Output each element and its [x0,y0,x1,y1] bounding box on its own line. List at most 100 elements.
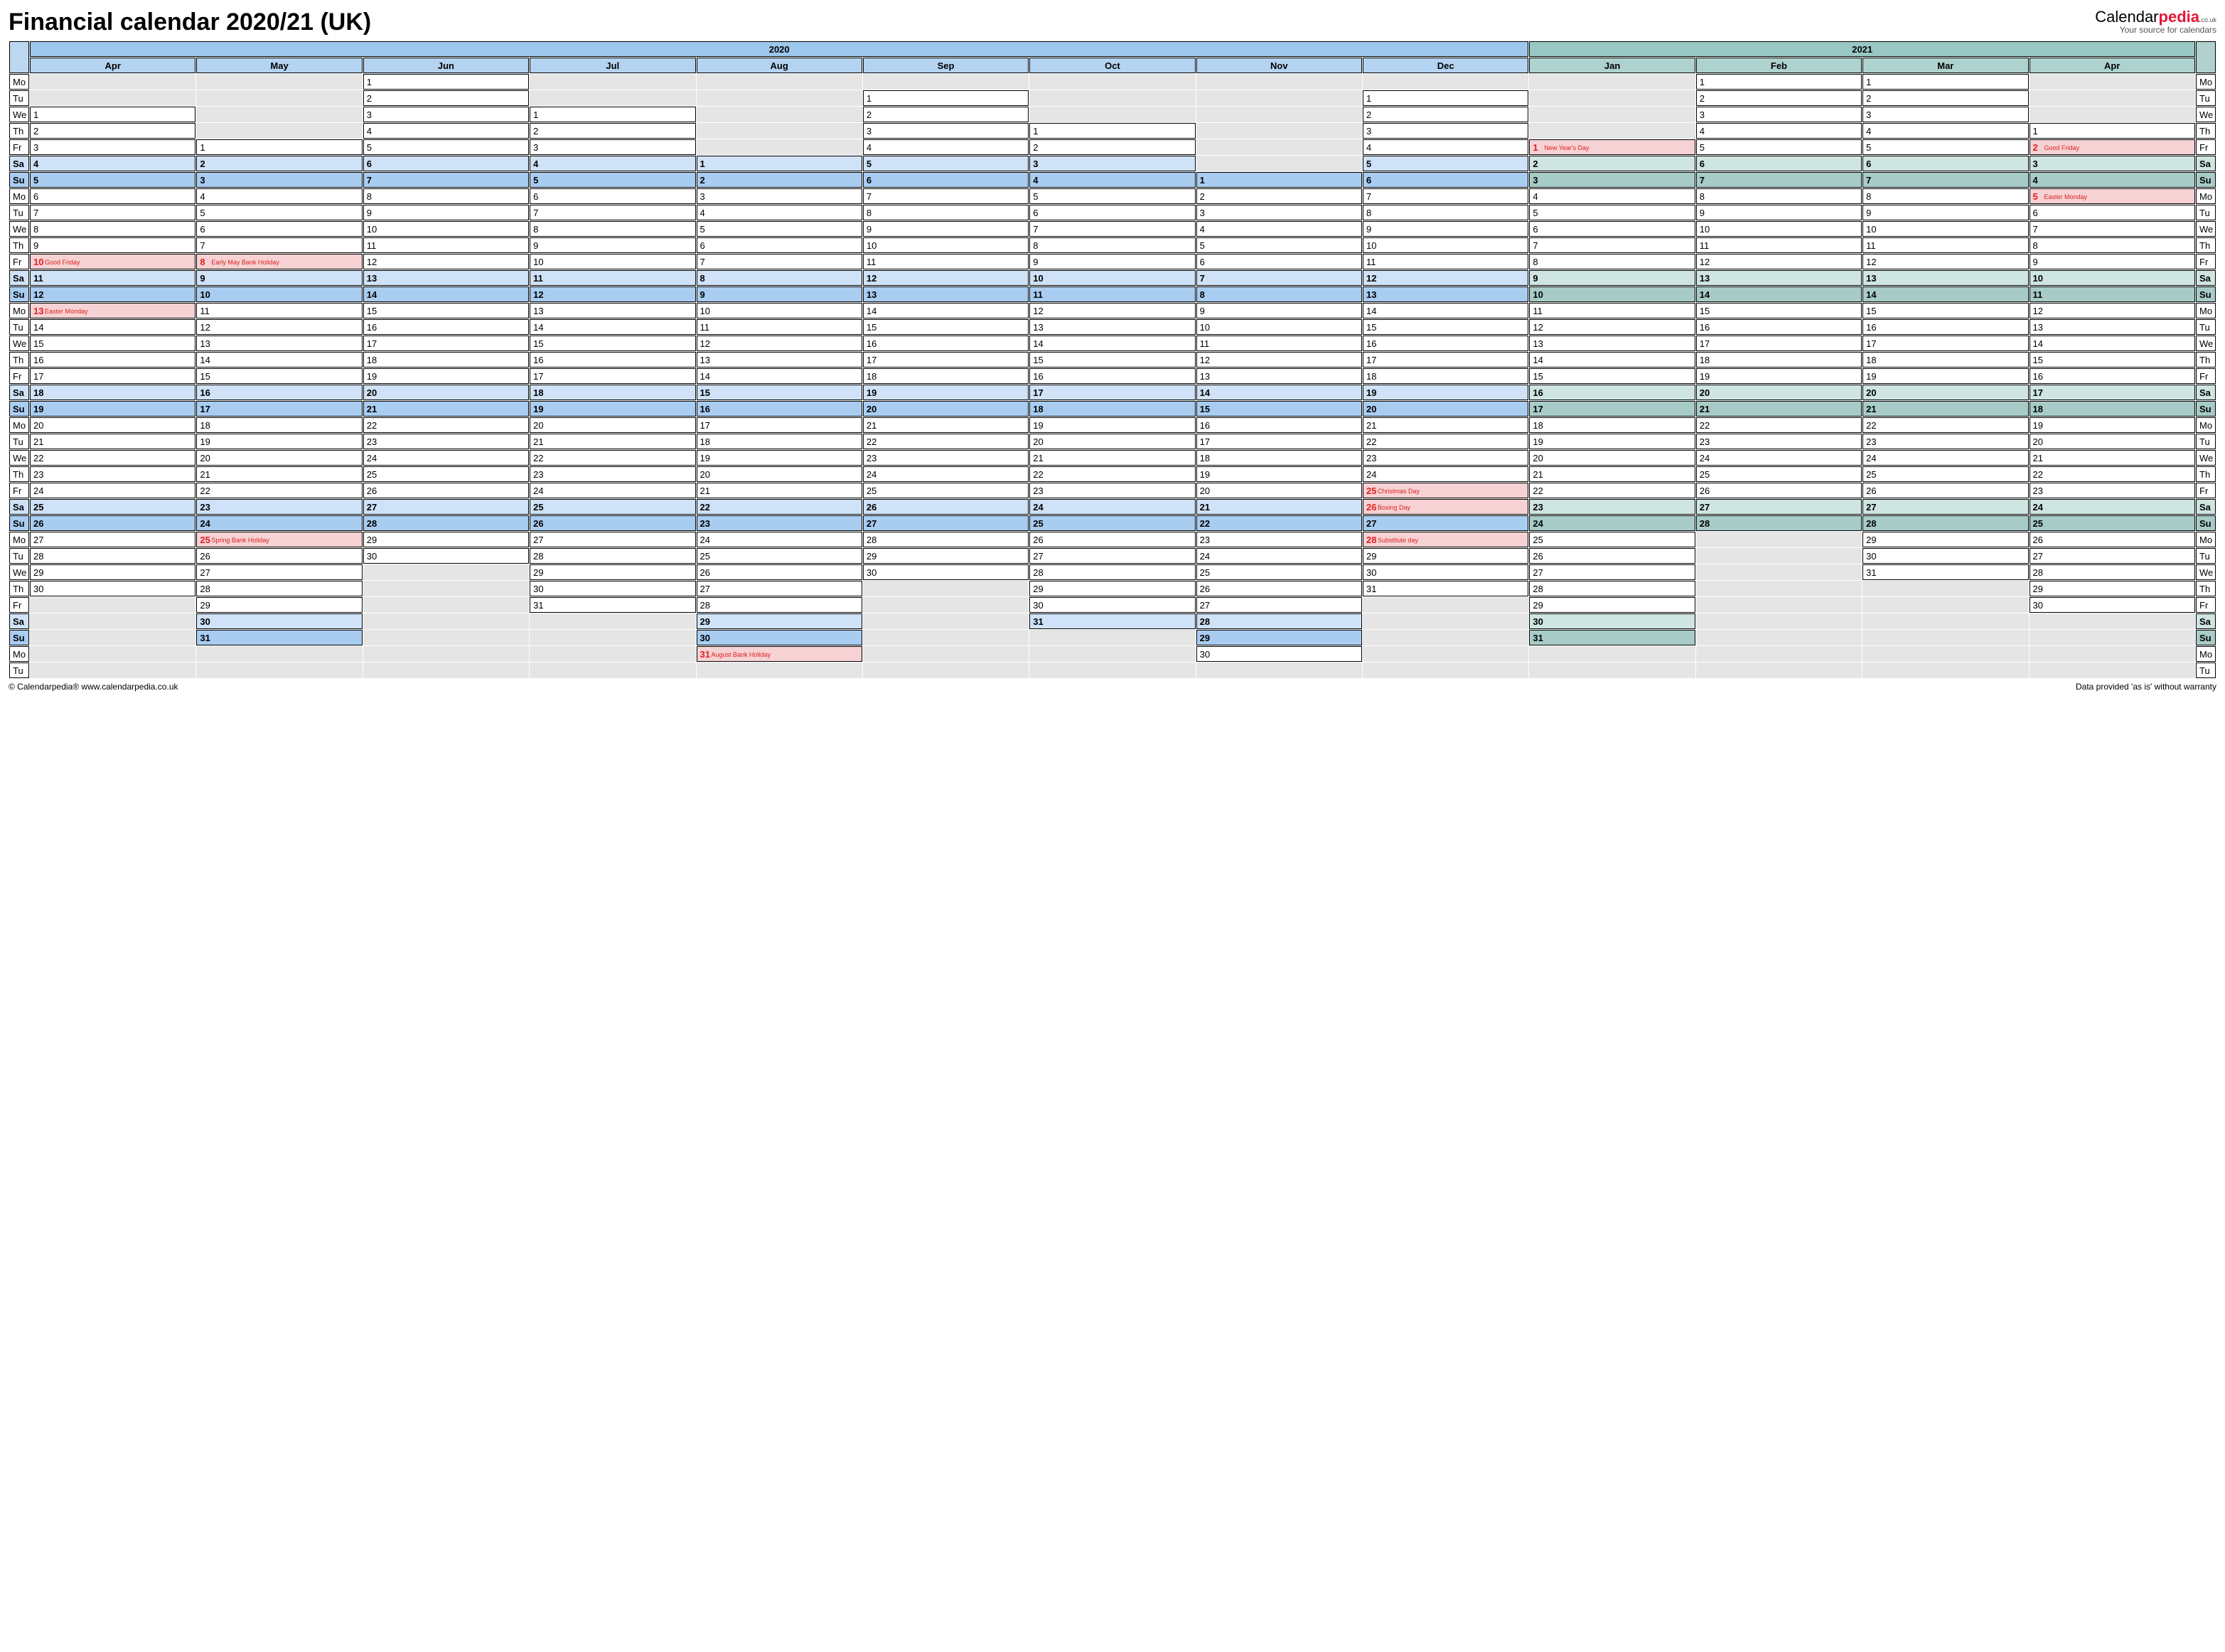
day-cell: 30 [196,613,362,629]
day-cell: 17 [1029,385,1195,400]
day-cell: 4 [1696,123,1862,139]
day-number: 15 [2033,355,2044,365]
day-number: 20 [200,453,211,463]
day-cell: 23 [1029,483,1195,498]
day-cell: 11 [2030,286,2196,302]
day-cell: 10 [196,286,362,302]
day-cell: 14 [863,303,1029,318]
blank-cell [863,581,1029,596]
day-cell: 21 [697,483,862,498]
day-number: 12 [1033,306,1044,316]
day-number: 22 [200,486,211,496]
day-cell: 26 [30,515,195,531]
day-number: 22 [1700,420,1711,431]
weekday-label-left: Su [9,172,29,188]
weekday-label-left: Tu [9,205,29,220]
day-cell: 24 [530,483,695,498]
day-number: 13 [867,289,878,300]
day-number: 10 [533,257,545,267]
day-cell: 16 [697,401,862,417]
day-number: 8 [33,224,45,235]
day-number: 27 [1866,502,1877,513]
day-number: 11 [867,257,878,267]
day-cell: 18 [1696,352,1862,368]
day-number: 16 [1533,387,1544,398]
day-cell: 7 [1529,237,1695,253]
day-number: 5 [1533,208,1544,218]
day-cell: 16 [1529,385,1695,400]
day-number: 23 [1533,502,1544,513]
day-number: 24 [33,486,45,496]
day-number: 25 [867,486,878,496]
day-cell: 8 [863,205,1029,220]
day-cell: 22 [363,417,529,433]
day-cell: 26 [697,564,862,580]
blank-cell [1363,646,1528,662]
weekday-label-right: Sa [2196,613,2216,629]
blank-cell [363,581,529,596]
day-cell: 28 [863,532,1029,547]
day-number: 20 [367,387,378,398]
day-number: 13 [1533,338,1544,349]
month-header: Jan [1529,58,1695,73]
day-number: 14 [1700,289,1711,300]
day-cell: 26 [1029,532,1195,547]
day-number: 28 [2033,567,2044,578]
blank-cell [1696,646,1862,662]
day-number: 20 [700,469,712,480]
weekday-label-right: We [2196,564,2216,580]
day-cell: 12 [1529,319,1695,335]
day-number: 31 [1533,633,1544,643]
day-number: 27 [2033,551,2044,562]
month-header: Jun [363,58,529,73]
day-cell: 15 [363,303,529,318]
weekday-label-right: Su [2196,401,2216,417]
day-cell: 19 [1696,368,1862,384]
blank-cell [1529,123,1695,139]
day-number: 19 [700,453,712,463]
holiday-name: Good Friday [2044,145,2080,151]
day-number: 16 [1700,322,1711,333]
blank-cell [1696,532,1862,547]
day-cell: 12 [863,270,1029,286]
day-cell: 11 [697,319,862,335]
day-cell: 21 [863,417,1029,433]
day-number: 13 [200,338,211,349]
day-number: 30 [1033,600,1044,611]
day-cell: 25 [1029,515,1195,531]
day-cell: 13 Easter Monday [30,303,195,318]
day-cell: 29 [530,564,695,580]
day-cell: 29 [196,597,362,613]
day-number: 4 [2033,175,2044,186]
day-number: 9 [700,289,712,300]
day-number: 11 [2033,289,2044,300]
weekday-label-left: We [9,450,29,466]
month-header: Apr [2030,58,2196,73]
day-cell: 6 [30,188,195,204]
day-number: 19 [367,371,378,382]
day-number: 19 [1700,371,1711,382]
weekday-label-right: Su [2196,172,2216,188]
day-cell: 9 [1196,303,1362,318]
day-cell: 29 [1529,597,1695,613]
day-cell: 30 [1862,548,2028,564]
day-number: 7 [1033,224,1044,235]
day-number: 18 [867,371,878,382]
day-cell: 16 [1696,319,1862,335]
day-number: 21 [367,404,378,414]
day-number: 23 [2033,486,2044,496]
day-number: 16 [1200,420,1211,431]
day-cell: 4 [2030,172,2196,188]
day-cell: 22 [1862,417,2028,433]
day-number: 1 [2033,126,2044,136]
day-number: 23 [33,469,45,480]
day-cell: 21 [1363,417,1528,433]
day-cell: 5 [1529,205,1695,220]
holiday-name: August Bank Holiday [712,652,771,658]
day-number: 6 [33,191,45,202]
weekday-label-left: Sa [9,156,29,171]
blank-cell [1029,107,1195,122]
year-header-2020: 2020 [30,41,1528,57]
weekday-label-left: Fr [9,254,29,269]
day-cell: 15 [30,336,195,351]
